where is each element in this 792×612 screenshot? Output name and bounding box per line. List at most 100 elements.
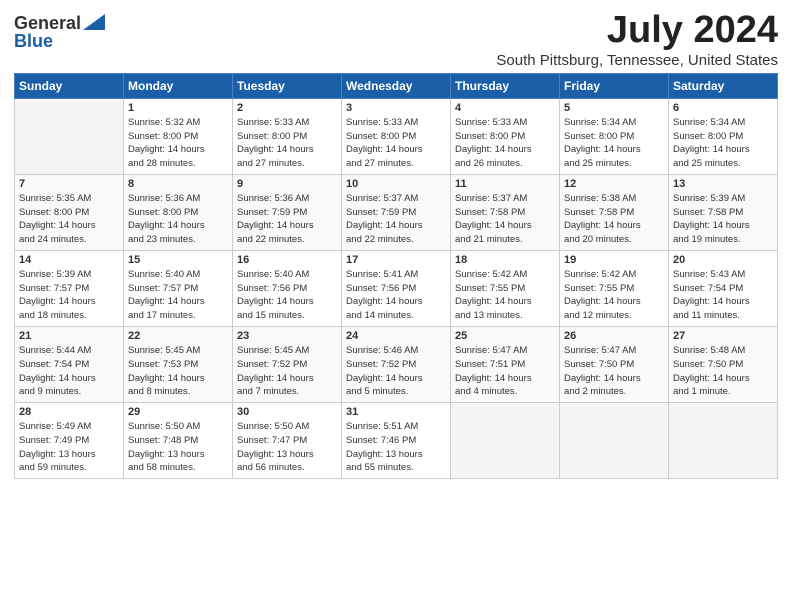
calendar-cell: 21 Sunrise: 5:44 AM Sunset: 7:54 PM Dayli… — [15, 326, 124, 402]
weekday-header-row: SundayMondayTuesdayWednesdayThursdayFrid… — [15, 73, 778, 98]
calendar-cell: 14Sunrise: 5:39 AM Sunset: 7:57 PM Dayli… — [15, 250, 124, 326]
weekday-header-friday: Friday — [560, 73, 669, 98]
day-info: Sunrise: 5:49 AM Sunset: 7:49 PM Dayligh… — [19, 420, 119, 475]
calendar-cell: 5 Sunrise: 5:34 AM Sunset: 8:00 PM Daylig… — [560, 98, 669, 174]
day-number: 4 — [455, 102, 555, 114]
day-number: 13 — [673, 178, 773, 190]
calendar-cell: 13 Sunrise: 5:39 AM Sunset: 7:58 PM Dayli… — [669, 174, 778, 250]
logo-blue-text: Blue — [14, 32, 53, 50]
weekday-header-saturday: Saturday — [669, 73, 778, 98]
day-info: Sunrise: 5:44 AM Sunset: 7:54 PM Dayligh… — [19, 344, 119, 399]
logo-general-text: General — [14, 14, 81, 32]
weekday-header-thursday: Thursday — [451, 73, 560, 98]
calendar-cell: 31 Sunrise: 5:51 AM Sunset: 7:46 PM Dayli… — [342, 403, 451, 479]
day-info: Sunrise: 5:34 AM Sunset: 8:00 PM Dayligh… — [673, 116, 773, 171]
day-number: 28 — [19, 406, 119, 418]
calendar-cell: 22 Sunrise: 5:45 AM Sunset: 7:53 PM Dayli… — [124, 326, 233, 402]
day-number: 31 — [346, 406, 446, 418]
day-number: 16 — [237, 254, 337, 266]
day-number: 27 — [673, 330, 773, 342]
day-info: Sunrise: 5:41 AM Sunset: 7:56 PM Dayligh… — [346, 268, 446, 323]
calendar-cell: 24 Sunrise: 5:46 AM Sunset: 7:52 PM Dayli… — [342, 326, 451, 402]
header: General Blue July 2024 South Pittsburg, … — [14, 10, 778, 69]
calendar-cell: 27 Sunrise: 5:48 AM Sunset: 7:50 PM Dayli… — [669, 326, 778, 402]
week-row-4: 21 Sunrise: 5:44 AM Sunset: 7:54 PM Dayli… — [15, 326, 778, 402]
day-number: 1 — [128, 102, 228, 114]
day-info: Sunrise: 5:37 AM Sunset: 7:59 PM Dayligh… — [346, 192, 446, 247]
calendar-cell: 7 Sunrise: 5:35 AM Sunset: 8:00 PM Daylig… — [15, 174, 124, 250]
day-info: Sunrise: 5:40 AM Sunset: 7:56 PM Dayligh… — [237, 268, 337, 323]
week-row-2: 7 Sunrise: 5:35 AM Sunset: 8:00 PM Daylig… — [15, 174, 778, 250]
day-info: Sunrise: 5:36 AM Sunset: 7:59 PM Dayligh… — [237, 192, 337, 247]
calendar-cell: 25Sunrise: 5:47 AM Sunset: 7:51 PM Dayli… — [451, 326, 560, 402]
calendar-cell — [15, 98, 124, 174]
logo: General Blue — [14, 14, 105, 50]
month-title: July 2024 — [496, 10, 778, 52]
calendar-cell: 8 Sunrise: 5:36 AM Sunset: 8:00 PM Daylig… — [124, 174, 233, 250]
day-info: Sunrise: 5:35 AM Sunset: 8:00 PM Dayligh… — [19, 192, 119, 247]
calendar-cell: 16 Sunrise: 5:40 AM Sunset: 7:56 PM Dayli… — [233, 250, 342, 326]
day-info: Sunrise: 5:48 AM Sunset: 7:50 PM Dayligh… — [673, 344, 773, 399]
day-number: 5 — [564, 102, 664, 114]
day-info: Sunrise: 5:42 AM Sunset: 7:55 PM Dayligh… — [564, 268, 664, 323]
calendar-cell: 29Sunrise: 5:50 AM Sunset: 7:48 PM Dayli… — [124, 403, 233, 479]
calendar-cell: 2Sunrise: 5:33 AM Sunset: 8:00 PM Daylig… — [233, 98, 342, 174]
day-number: 30 — [237, 406, 337, 418]
week-row-3: 14Sunrise: 5:39 AM Sunset: 7:57 PM Dayli… — [15, 250, 778, 326]
calendar-cell: 9 Sunrise: 5:36 AM Sunset: 7:59 PM Daylig… — [233, 174, 342, 250]
day-number: 18 — [455, 254, 555, 266]
day-info: Sunrise: 5:34 AM Sunset: 8:00 PM Dayligh… — [564, 116, 664, 171]
day-number: 25 — [455, 330, 555, 342]
day-info: Sunrise: 5:39 AM Sunset: 7:58 PM Dayligh… — [673, 192, 773, 247]
day-info: Sunrise: 5:45 AM Sunset: 7:53 PM Dayligh… — [128, 344, 228, 399]
calendar-cell: 6 Sunrise: 5:34 AM Sunset: 8:00 PM Daylig… — [669, 98, 778, 174]
weekday-header-tuesday: Tuesday — [233, 73, 342, 98]
calendar-cell: 15 Sunrise: 5:40 AM Sunset: 7:57 PM Dayli… — [124, 250, 233, 326]
day-info: Sunrise: 5:45 AM Sunset: 7:52 PM Dayligh… — [237, 344, 337, 399]
day-info: Sunrise: 5:37 AM Sunset: 7:58 PM Dayligh… — [455, 192, 555, 247]
page-container: General Blue July 2024 South Pittsburg, … — [0, 0, 792, 489]
calendar-table: SundayMondayTuesdayWednesdayThursdayFrid… — [14, 73, 778, 479]
day-number: 22 — [128, 330, 228, 342]
day-number: 17 — [346, 254, 446, 266]
calendar-cell: 12Sunrise: 5:38 AM Sunset: 7:58 PM Dayli… — [560, 174, 669, 250]
weekday-header-sunday: Sunday — [15, 73, 124, 98]
calendar-cell: 18 Sunrise: 5:42 AM Sunset: 7:55 PM Dayli… — [451, 250, 560, 326]
day-info: Sunrise: 5:42 AM Sunset: 7:55 PM Dayligh… — [455, 268, 555, 323]
day-number: 24 — [346, 330, 446, 342]
calendar-cell: 11Sunrise: 5:37 AM Sunset: 7:58 PM Dayli… — [451, 174, 560, 250]
day-info: Sunrise: 5:38 AM Sunset: 7:58 PM Dayligh… — [564, 192, 664, 247]
day-info: Sunrise: 5:47 AM Sunset: 7:50 PM Dayligh… — [564, 344, 664, 399]
calendar-cell — [451, 403, 560, 479]
day-info: Sunrise: 5:46 AM Sunset: 7:52 PM Dayligh… — [346, 344, 446, 399]
title-block: July 2024 South Pittsburg, Tennessee, Un… — [496, 10, 778, 69]
location-title: South Pittsburg, Tennessee, United State… — [496, 52, 778, 69]
day-info: Sunrise: 5:33 AM Sunset: 8:00 PM Dayligh… — [346, 116, 446, 171]
calendar-cell: 17 Sunrise: 5:41 AM Sunset: 7:56 PM Dayli… — [342, 250, 451, 326]
calendar-cell: 26 Sunrise: 5:47 AM Sunset: 7:50 PM Dayli… — [560, 326, 669, 402]
day-info: Sunrise: 5:51 AM Sunset: 7:46 PM Dayligh… — [346, 420, 446, 475]
day-number: 19 — [564, 254, 664, 266]
day-number: 26 — [564, 330, 664, 342]
calendar-cell: 19 Sunrise: 5:42 AM Sunset: 7:55 PM Dayli… — [560, 250, 669, 326]
calendar-cell: 3Sunrise: 5:33 AM Sunset: 8:00 PM Daylig… — [342, 98, 451, 174]
day-number: 6 — [673, 102, 773, 114]
day-info: Sunrise: 5:40 AM Sunset: 7:57 PM Dayligh… — [128, 268, 228, 323]
day-number: 7 — [19, 178, 119, 190]
day-info: Sunrise: 5:33 AM Sunset: 8:00 PM Dayligh… — [455, 116, 555, 171]
day-number: 8 — [128, 178, 228, 190]
day-number: 9 — [237, 178, 337, 190]
calendar-cell: 1Sunrise: 5:32 AM Sunset: 8:00 PM Daylig… — [124, 98, 233, 174]
day-info: Sunrise: 5:36 AM Sunset: 8:00 PM Dayligh… — [128, 192, 228, 247]
day-number: 21 — [19, 330, 119, 342]
day-info: Sunrise: 5:39 AM Sunset: 7:57 PM Dayligh… — [19, 268, 119, 323]
weekday-header-monday: Monday — [124, 73, 233, 98]
calendar-cell — [669, 403, 778, 479]
week-row-1: 1Sunrise: 5:32 AM Sunset: 8:00 PM Daylig… — [15, 98, 778, 174]
calendar-cell: 23Sunrise: 5:45 AM Sunset: 7:52 PM Dayli… — [233, 326, 342, 402]
day-number: 20 — [673, 254, 773, 266]
day-number: 29 — [128, 406, 228, 418]
day-number: 10 — [346, 178, 446, 190]
day-number: 15 — [128, 254, 228, 266]
week-row-5: 28 Sunrise: 5:49 AM Sunset: 7:49 PM Dayli… — [15, 403, 778, 479]
